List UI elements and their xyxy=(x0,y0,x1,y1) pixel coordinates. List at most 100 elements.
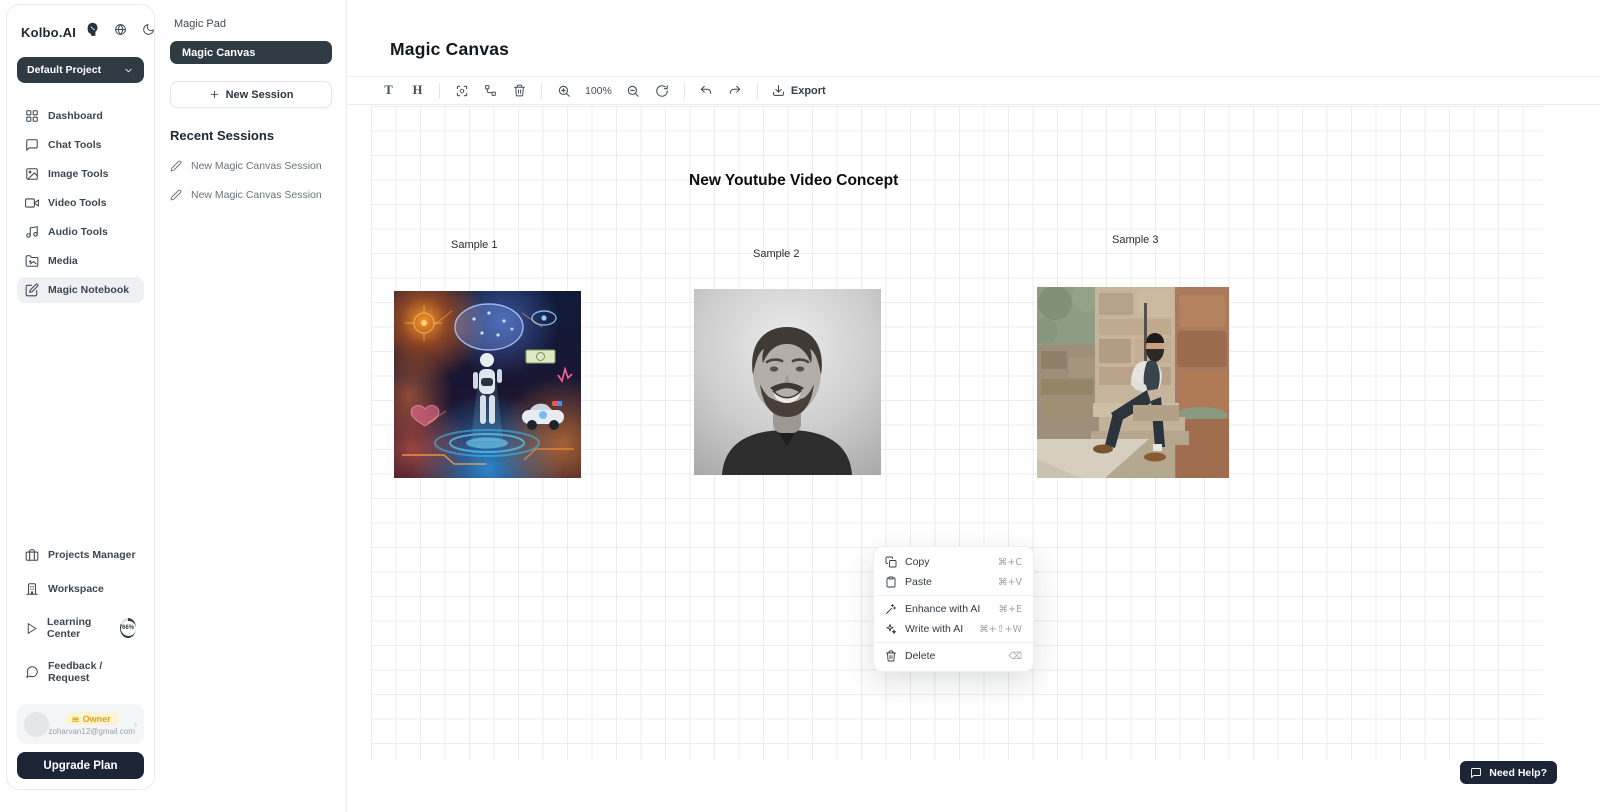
sidebar-item-image-tools[interactable]: Image Tools xyxy=(17,161,144,187)
canvas-toolbar: T H 100% xyxy=(347,76,1600,105)
play-icon xyxy=(25,622,38,635)
chevron-down-icon xyxy=(123,65,134,76)
learning-progress-value: 66% xyxy=(121,621,136,636)
zoom-out-button[interactable] xyxy=(622,80,645,101)
recent-session-label: New Magic Canvas Session xyxy=(191,189,322,201)
shortcut-label: ⌘+E xyxy=(999,604,1022,615)
sidebar-item-workspace[interactable]: Workspace xyxy=(17,576,144,602)
undo-button[interactable] xyxy=(695,80,718,101)
sidebar-item-label: Media xyxy=(48,255,78,267)
help-chat-icon xyxy=(1470,767,1482,779)
redo-icon xyxy=(728,84,742,98)
shortcut-label: ⌘+C xyxy=(998,557,1022,568)
sidebar-item-media[interactable]: Media xyxy=(17,248,144,274)
sidebar-item-label: Learning Center xyxy=(47,616,111,640)
delete-tool-button[interactable] xyxy=(508,80,531,101)
shortcut-label: ⌘+V xyxy=(998,577,1022,588)
dashboard-icon xyxy=(25,109,39,123)
undo-icon xyxy=(699,84,713,98)
session-panel: Magic Pad Magic Canvas New Session Recen… xyxy=(156,0,347,812)
connector-flow-icon xyxy=(484,84,497,97)
sidebar-item-audio-tools[interactable]: Audio Tools xyxy=(17,219,144,245)
image-icon xyxy=(25,167,39,181)
toolbar-divider xyxy=(439,83,440,99)
sidebar-item-video-tools[interactable]: Video Tools xyxy=(17,190,144,216)
sidebar-item-label: Video Tools xyxy=(48,197,107,209)
connector-tool-button[interactable] xyxy=(479,80,502,101)
new-session-button[interactable]: New Session xyxy=(170,81,332,108)
new-session-label: New Session xyxy=(226,89,294,101)
project-selector[interactable]: Default Project xyxy=(17,57,144,83)
upgrade-plan-button[interactable]: Upgrade Plan xyxy=(17,752,144,779)
magic-wand-icon xyxy=(885,603,897,615)
text-tool-button[interactable]: T xyxy=(377,80,400,101)
notebook-pen-icon xyxy=(25,283,39,297)
need-help-button[interactable]: Need Help? xyxy=(1460,761,1557,784)
export-button[interactable]: Export xyxy=(772,84,826,97)
ai-robot-illustration xyxy=(394,291,581,478)
user-card-caret-icon: › xyxy=(134,720,137,729)
sidebar-item-dashboard[interactable]: Dashboard xyxy=(17,103,144,129)
recent-session-item[interactable]: New Magic Canvas Session xyxy=(170,189,332,201)
sidebar-item-learning-center[interactable]: Learning Center 66% xyxy=(17,610,144,646)
sidebar-item-magic-notebook[interactable]: Magic Notebook xyxy=(17,277,144,303)
music-note-icon xyxy=(25,225,39,239)
menu-divider xyxy=(874,595,1033,596)
clipboard-icon xyxy=(885,576,897,588)
selection-frame-icon xyxy=(455,84,469,98)
reset-view-button[interactable] xyxy=(651,80,674,101)
menu-item-delete[interactable]: Delete ⌫ xyxy=(874,646,1033,666)
sidebar-item-label: Audio Tools xyxy=(48,226,108,238)
media-folder-icon xyxy=(25,254,39,268)
sidebar-item-chat-tools[interactable]: Chat Tools xyxy=(17,132,144,158)
zoom-in-icon xyxy=(557,84,571,98)
toolbar-divider xyxy=(757,83,758,99)
menu-divider xyxy=(874,642,1033,643)
sidebar-footer-nav: Projects Manager Workspace Learning Cent… xyxy=(17,542,144,690)
user-account-card[interactable]: Owner zoharvan12@gmail.com › xyxy=(17,704,144,744)
canvas-context-menu: Copy ⌘+C Paste ⌘+V Enhance with AI ⌘+E W… xyxy=(873,546,1034,672)
menu-item-write-with-ai[interactable]: Write with AI ⌘+⇧+W xyxy=(874,619,1033,639)
zoom-out-icon xyxy=(626,84,640,98)
sidebar-item-label: Image Tools xyxy=(48,168,108,180)
recent-session-label: New Magic Canvas Session xyxy=(191,160,322,172)
sidebar-item-label: Chat Tools xyxy=(48,139,101,151)
sample-image-3[interactable] xyxy=(1037,287,1229,478)
sample-3-label[interactable]: Sample 3 xyxy=(1112,234,1158,246)
rotate-reset-icon xyxy=(655,84,669,98)
sidebar-item-feedback-request[interactable]: Feedback / Request xyxy=(17,654,144,690)
owner-badge-label: Owner xyxy=(83,714,111,724)
sidebar-item-label: Workspace xyxy=(48,583,104,595)
menu-item-enhance-with-ai[interactable]: Enhance with AI ⌘+E xyxy=(874,599,1033,619)
crown-icon xyxy=(71,714,80,723)
dark-mode-moon-icon[interactable] xyxy=(142,23,155,41)
menu-item-copy[interactable]: Copy ⌘+C xyxy=(874,552,1033,572)
panel-item-magic-canvas[interactable]: Magic Canvas xyxy=(170,41,332,64)
select-tool-button[interactable] xyxy=(450,80,473,101)
sidebar-nav: Dashboard Chat Tools Image Tools Video T… xyxy=(17,103,144,303)
language-globe-icon[interactable] xyxy=(114,23,127,41)
menu-item-paste[interactable]: Paste ⌘+V xyxy=(874,572,1033,592)
sidebar-item-projects-manager[interactable]: Projects Manager xyxy=(17,542,144,568)
sample-1-label[interactable]: Sample 1 xyxy=(451,239,497,251)
redo-button[interactable] xyxy=(724,80,747,101)
export-label: Export xyxy=(791,85,826,97)
pencil-icon xyxy=(170,160,182,172)
trash-icon xyxy=(513,84,526,97)
ruins-figure-illustration xyxy=(1037,287,1229,478)
panel-item-magic-pad[interactable]: Magic Pad xyxy=(170,16,332,32)
owner-role-badge: Owner xyxy=(65,712,119,725)
sample-image-1[interactable] xyxy=(394,291,581,478)
zoom-in-button[interactable] xyxy=(552,80,575,101)
brain-logo-icon xyxy=(83,21,100,43)
logo-row: Kolbo.AI xyxy=(17,19,144,43)
heading-tool-button[interactable]: H xyxy=(406,80,429,101)
recent-session-item[interactable]: New Magic Canvas Session xyxy=(170,160,332,172)
sample-image-2[interactable] xyxy=(694,289,881,475)
user-avatar xyxy=(24,712,49,737)
need-help-label: Need Help? xyxy=(1489,767,1547,779)
canvas-heading-text[interactable]: New Youtube Video Concept xyxy=(689,172,898,190)
sidebar-item-label: Dashboard xyxy=(48,110,103,122)
recent-sessions-heading: Recent Sessions xyxy=(170,128,332,143)
sample-2-label[interactable]: Sample 2 xyxy=(753,248,799,260)
